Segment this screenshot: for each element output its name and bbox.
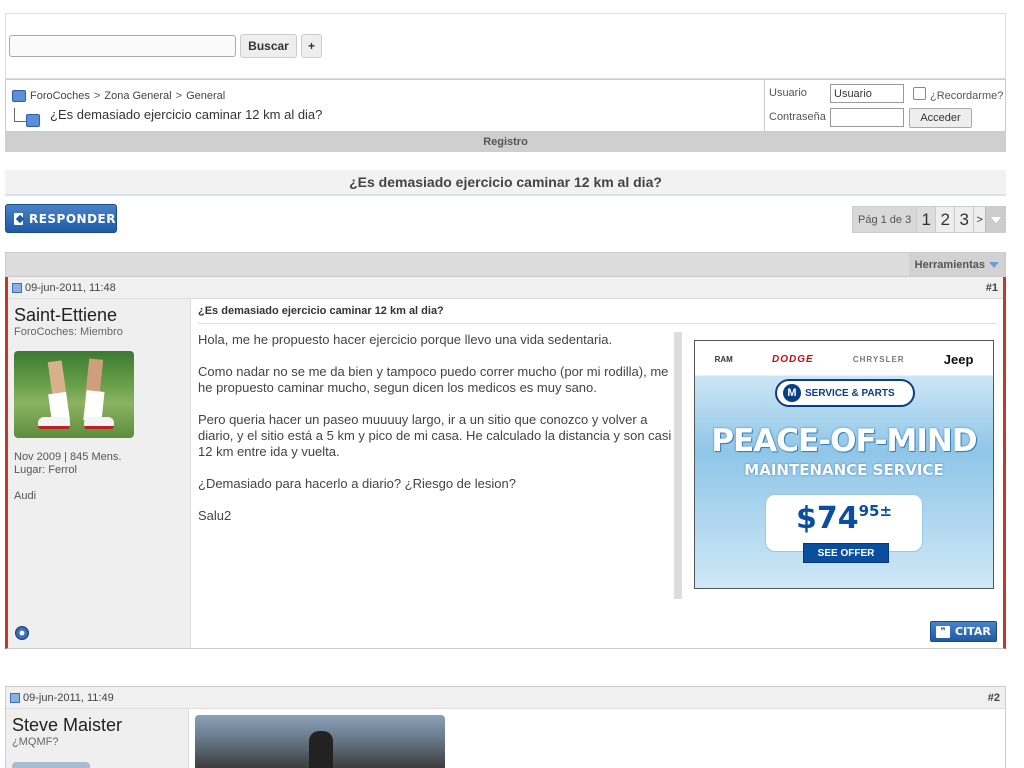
- advanced-search-button[interactable]: +: [301, 34, 322, 58]
- thread-tree-icon: [14, 107, 40, 127]
- mopar-icon: M: [783, 384, 801, 402]
- navigation-row: ForoCoches > Zona General > General ¿Es …: [5, 79, 1006, 132]
- username-field[interactable]: [830, 84, 904, 103]
- search-button[interactable]: Buscar: [240, 34, 297, 58]
- post-image: [195, 715, 445, 768]
- post: 09-jun-2011, 11:49 #2 Steve Maister ¿MQM…: [5, 686, 1006, 768]
- chevron-down-icon: [989, 261, 999, 268]
- post-paragraph: ¿Demasiado para hacerlo a diario? ¿Riesg…: [198, 476, 516, 491]
- tools-menu-button[interactable]: Herramientas: [908, 253, 1005, 276]
- ad-headline: PEACE-OF-MIND: [711, 423, 977, 459]
- post-icon: [12, 283, 22, 293]
- ad-subheadline: MAINTENANCE SERVICE: [744, 461, 944, 479]
- ad-brand-dodge: DODGE: [772, 353, 814, 365]
- post-paragraph: Hola, me he propuesto hacer ejercicio po…: [198, 332, 613, 347]
- page-link-2[interactable]: 2: [935, 207, 955, 232]
- user-location: Lugar: Ferrol: [14, 464, 77, 476]
- username-link[interactable]: Steve Maister: [12, 715, 122, 736]
- post-header: 09-jun-2011, 11:49 #2: [6, 687, 1005, 709]
- pagination: Pág 1 de 3 1 2 3 >: [852, 206, 1007, 233]
- post-number-link[interactable]: #2: [988, 692, 1000, 704]
- post-icon: [10, 693, 20, 703]
- page-link-1[interactable]: 1: [916, 207, 936, 232]
- breadcrumb-separator: >: [175, 90, 183, 102]
- post-paragraph: Como nadar no se me da bien y tampoco pu…: [198, 364, 669, 395]
- page-menu-button[interactable]: [985, 207, 1006, 232]
- user-car: Audi: [14, 490, 37, 502]
- forum-home-icon[interactable]: [12, 90, 26, 102]
- breadcrumb-item-forocoches[interactable]: ForoCoches: [30, 90, 90, 102]
- reply-button[interactable]: RESPONDER: [5, 204, 117, 233]
- login-form: Usuario ¿Recordarme? Contraseña Acceder: [764, 80, 1007, 131]
- ad-brand-ram: RAM: [714, 354, 733, 364]
- post-message: Hola, me he propuesto hacer ejercicio po…: [198, 332, 674, 540]
- quote-label: CITAR: [955, 625, 991, 638]
- page-count-label: Pág 1 de 3: [853, 207, 917, 232]
- user-info-panel: Steve Maister ¿MQMF?: [6, 709, 189, 768]
- breadcrumb-thread-title: ¿Es demasiado ejercicio caminar 12 km al…: [50, 107, 323, 122]
- post-paragraph: Pero queria hacer un paseo muuuuy largo,…: [198, 412, 672, 459]
- username-link[interactable]: Saint-Ettiene: [14, 305, 117, 326]
- username-label: Usuario: [769, 87, 807, 99]
- breadcrumb-separator: >: [93, 90, 101, 102]
- advertisement-banner[interactable]: RAM DODGE CHRYSLER Jeep M SERVICE & PART…: [694, 340, 994, 589]
- post-number-link[interactable]: #1: [986, 282, 998, 294]
- search-input[interactable]: [9, 35, 236, 57]
- online-status-icon: [15, 626, 29, 640]
- reply-label: RESPONDER: [28, 211, 116, 226]
- breadcrumb-item-zona-general[interactable]: Zona General: [104, 90, 171, 102]
- user-info-panel: Saint-Ettiene ForoCoches: Miembro Nov 20…: [8, 299, 191, 648]
- remember-checkbox[interactable]: [913, 87, 926, 100]
- remember-label: ¿Recordarme?: [930, 90, 1004, 102]
- password-field[interactable]: [830, 108, 904, 127]
- user-title: ¿MQMF?: [12, 736, 59, 748]
- ad-badge-text: SERVICE & PARTS: [805, 387, 895, 399]
- ad-see-offer-button[interactable]: SEE OFFER: [803, 543, 889, 563]
- post-body: ¿Es demasiado ejercicio caminar 12 km al…: [192, 299, 1003, 648]
- post-header: 09-jun-2011, 11:48 #1: [8, 277, 1003, 299]
- breadcrumb: ForoCoches > Zona General > General: [12, 90, 225, 102]
- ad-brand-logos: RAM DODGE CHRYSLER Jeep: [695, 341, 993, 377]
- login-button[interactable]: Acceder: [909, 108, 972, 128]
- quote-button[interactable]: ❞ CITAR: [930, 621, 997, 642]
- user-joined: Nov 2009 | 845 Mens.: [14, 451, 122, 463]
- post-date-text: 09-jun-2011, 11:48: [25, 282, 116, 294]
- chevron-down-icon: [990, 216, 1001, 223]
- post-title: ¿Es demasiado ejercicio caminar 12 km al…: [198, 305, 997, 324]
- quote-icon: ❞: [936, 625, 950, 638]
- ad-brand-jeep: Jeep: [943, 351, 974, 367]
- breadcrumb-item-general[interactable]: General: [186, 90, 225, 102]
- pencil-icon: [14, 212, 23, 225]
- ad-container: RAM DODGE CHRYSLER Jeep M SERVICE & PART…: [674, 332, 997, 599]
- thread-tools-bar: Herramientas: [5, 252, 1006, 277]
- post-paragraph: Salu2: [198, 508, 232, 523]
- register-link[interactable]: Registro: [5, 132, 1006, 152]
- page-link-3[interactable]: 3: [954, 207, 974, 232]
- user-title: ForoCoches: Miembro: [14, 326, 123, 338]
- search-bar: Buscar +: [5, 13, 1006, 79]
- ad-brand-chrysler: CHRYSLER: [852, 354, 905, 364]
- breadcrumb-thread: ¿Es demasiado ejercicio caminar 12 km al…: [14, 107, 323, 127]
- tools-label: Herramientas: [914, 258, 985, 271]
- avatar: [12, 762, 90, 768]
- user-stats: Nov 2009 | 845 Mens. Lugar: Ferrol: [14, 451, 121, 477]
- post: 09-jun-2011, 11:48 #1 Saint-Ettiene Foro…: [5, 277, 1006, 649]
- next-page-link[interactable]: >: [973, 207, 986, 232]
- post-date: 09-jun-2011, 11:49: [10, 692, 114, 704]
- avatar: [14, 351, 134, 438]
- ad-service-badge: M SERVICE & PARTS: [775, 379, 915, 407]
- post-date: 09-jun-2011, 11:48: [12, 282, 116, 294]
- ad-price: $7495±: [795, 501, 893, 536]
- password-label: Contraseña: [769, 111, 826, 123]
- post-date-text: 09-jun-2011, 11:49: [23, 692, 114, 704]
- thread-title: ¿Es demasiado ejercicio caminar 12 km al…: [5, 170, 1006, 196]
